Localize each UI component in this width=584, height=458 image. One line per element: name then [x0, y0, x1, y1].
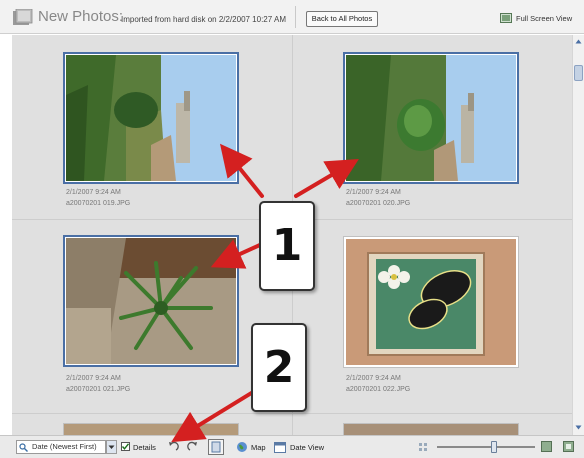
details-label[interactable]: Details [133, 443, 156, 452]
slideshow-icon[interactable] [208, 439, 224, 455]
photo-filename: a20070201 022.JPG [346, 386, 411, 393]
photo-filename: a20070201 020.JPG [346, 200, 411, 207]
vertical-scrollbar[interactable] [572, 35, 584, 435]
zoom-slider-track[interactable] [437, 446, 535, 448]
photo-image [346, 239, 516, 365]
scroll-down-icon[interactable] [574, 423, 583, 432]
scroll-up-icon[interactable] [574, 37, 583, 46]
photo-image [346, 55, 516, 181]
chevron-down-icon [108, 445, 115, 449]
zoom-in-large-icon[interactable] [541, 441, 552, 452]
photo-thumbnail[interactable] [343, 423, 519, 435]
sort-order-value: Date (Newest First) [32, 442, 97, 451]
sort-icon [19, 443, 28, 452]
photo-date: 2/1/2007 9:24 AM [66, 375, 121, 382]
map-icon[interactable] [236, 441, 248, 453]
page-title: New Photos: [38, 8, 124, 25]
photo-thumbnail[interactable] [63, 423, 239, 435]
bottom-toolbar: Date (Newest First) Details Map Date Vie… [0, 435, 584, 458]
zoom-out-small-icon[interactable] [418, 442, 428, 452]
import-info: Imported from hard disk on 2/2/2007 10:2… [121, 15, 286, 24]
callout-1-number: 1 [271, 220, 303, 271]
checkmark-icon [121, 443, 130, 450]
sort-dropdown-button[interactable] [106, 440, 117, 454]
photo-thumbnail[interactable] [63, 52, 239, 184]
title-bar: New Photos: Imported from hard disk on 2… [0, 0, 584, 34]
fullscreen-icon[interactable] [500, 13, 512, 23]
photo-thumbnail[interactable] [63, 235, 239, 367]
map-button[interactable]: Map [251, 443, 266, 452]
full-screen-icon[interactable] [563, 441, 574, 452]
callout-1: 1 [259, 201, 315, 291]
photo-date: 2/1/2007 9:24 AM [346, 375, 401, 382]
rotate-right-icon[interactable] [187, 441, 198, 453]
callout-2: 2 [251, 323, 307, 412]
photo-metadata: 2/1/2007 9:24 AM a20070201 021.JPG [66, 373, 130, 395]
photo-date: 2/1/2007 9:24 AM [346, 189, 401, 196]
details-checkbox[interactable] [121, 442, 130, 451]
photo-metadata: 2/1/2007 9:24 AM a20070201 019.JPG [66, 187, 130, 209]
full-screen-view-button[interactable]: Full Screen View [516, 14, 572, 23]
header-divider [295, 6, 296, 28]
photo-thumbnail[interactable] [343, 236, 519, 368]
photo-metadata: 2/1/2007 9:24 AM a20070201 020.JPG [346, 187, 410, 209]
photo-image [66, 238, 236, 364]
back-to-all-photos-button[interactable]: Back to All Photos [306, 11, 378, 27]
sort-order-select[interactable]: Date (Newest First) [16, 440, 106, 454]
zoom-slider-thumb[interactable] [490, 441, 497, 453]
photo-metadata: 2/1/2007 9:24 AM a20070201 022.JPG [346, 373, 410, 395]
callout-2-number: 2 [263, 342, 295, 393]
photo-filename: a20070201 021.JPG [66, 386, 131, 393]
scrollbar-thumb[interactable] [574, 65, 583, 81]
photo-thumbnail[interactable] [343, 52, 519, 184]
calendar-icon[interactable] [274, 441, 286, 453]
date-view-button[interactable]: Date View [290, 443, 324, 452]
folder-icon [13, 9, 33, 25]
photo-filename: a20070201 019.JPG [66, 200, 131, 207]
photo-date: 2/1/2007 9:24 AM [66, 189, 121, 196]
photo-image [66, 55, 236, 181]
rotate-left-icon[interactable] [168, 441, 179, 453]
